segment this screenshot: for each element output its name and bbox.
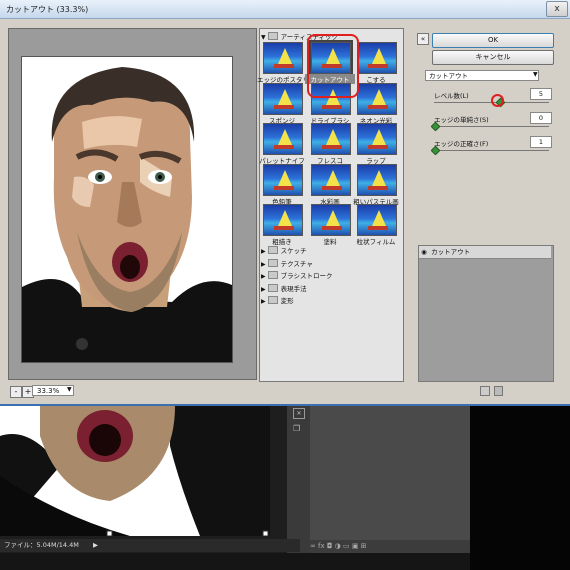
- document-canvas[interactable]: [0, 406, 270, 536]
- category-item[interactable]: ▶ 表現手法: [261, 283, 401, 295]
- category-item[interactable]: ▶ ブラシストローク: [261, 271, 401, 282]
- category-item[interactable]: ▶ 変形: [261, 296, 401, 307]
- param-value-input[interactable]: 0: [530, 112, 552, 124]
- background-area: [470, 406, 570, 570]
- filter-thumbnail-label: 粗描き: [272, 238, 292, 246]
- category-label: スケッチ: [280, 247, 307, 255]
- category-label: ブラシストローク: [280, 272, 333, 280]
- filter-thumbnail[interactable]: [263, 123, 303, 155]
- zoom-out-button[interactable]: -: [10, 386, 22, 398]
- collapse-button[interactable]: «: [417, 33, 429, 45]
- category-label: テクスチャ: [280, 259, 313, 268]
- filter-thumbnail[interactable]: [263, 42, 303, 74]
- folder-icon: [267, 246, 278, 254]
- filter-thumbnail[interactable]: [311, 123, 351, 155]
- bottom-strip: [0, 553, 470, 570]
- category-label: 表現手法: [280, 284, 307, 293]
- cutout-face-image: [22, 57, 232, 362]
- category-label: 変形: [280, 297, 294, 305]
- expand-right-icon: ▶: [261, 285, 266, 293]
- expand-down-icon: ▼: [261, 34, 266, 41]
- filter-thumbnail[interactable]: [263, 204, 303, 236]
- folder-icon: [267, 271, 278, 279]
- trash-icon[interactable]: [494, 386, 503, 396]
- param-value-input[interactable]: 5: [530, 88, 552, 100]
- filter-thumbnail[interactable]: [263, 83, 303, 115]
- eye-icon[interactable]: ◉: [419, 246, 429, 258]
- filter-thumbnail[interactable]: [357, 164, 397, 196]
- folder-icon: [267, 296, 278, 304]
- effect-layer-row[interactable]: ◉ カットアウト: [419, 246, 551, 259]
- expand-right-icon: ▶: [261, 273, 266, 280]
- param-slider-track[interactable]: [434, 126, 549, 127]
- highlight-circle-selected-filter: [307, 34, 359, 98]
- status-menu-arrow[interactable]: ▶: [93, 541, 98, 549]
- filter-thumbnail-label: 塗料: [323, 238, 337, 246]
- layers-icon[interactable]: ❐: [293, 424, 304, 433]
- chevron-down-icon[interactable]: ▼: [533, 71, 538, 78]
- highlight-circle-slider: [491, 94, 504, 107]
- filter-thumbnail[interactable]: [357, 123, 397, 155]
- effect-layers-panel: [418, 245, 554, 382]
- file-info: ファイル：5.04M/14.4M: [4, 541, 79, 549]
- param-label: エッジの正確さ(F): [434, 140, 489, 148]
- window-title: カットアウト (33.3%): [6, 5, 89, 14]
- filter-thumbnail[interactable]: [311, 204, 351, 236]
- filter-thumbnail-label: 粒状フィルム: [356, 238, 396, 246]
- filter-thumbnail[interactable]: [311, 164, 351, 196]
- chevron-down-icon[interactable]: ▼: [67, 386, 72, 393]
- param-label: レベル数(L): [434, 92, 469, 100]
- close-button[interactable]: x: [546, 1, 568, 17]
- panel-footer-icons[interactable]: ∞ fx ◘ ◑ ▭ ▣ ⊞: [310, 540, 470, 553]
- category-item[interactable]: ▶ テクスチャ: [261, 258, 401, 270]
- filter-thumbnail[interactable]: [357, 42, 397, 74]
- category-item[interactable]: ▶ スケッチ: [261, 246, 401, 257]
- param-slider-track[interactable]: [434, 150, 549, 151]
- ok-button[interactable]: OK: [432, 33, 554, 48]
- filter-thumbnail[interactable]: [263, 164, 303, 196]
- cancel-button[interactable]: キャンセル: [432, 50, 554, 65]
- layers-list: [310, 406, 470, 540]
- folder-icon: [267, 283, 278, 292]
- folder-icon: [267, 258, 278, 267]
- expand-right-icon: ▶: [261, 298, 266, 305]
- filter-thumbnail[interactable]: [357, 83, 397, 115]
- expand-right-icon: ▶: [261, 248, 266, 255]
- expand-right-icon: ▶: [261, 260, 266, 268]
- status-bar: ファイル：5.04M/14.4M ▶: [0, 539, 300, 552]
- filter-thumbnail[interactable]: [357, 204, 397, 236]
- new-effect-layer-icon[interactable]: [480, 386, 490, 396]
- panel-collapse-icon[interactable]: ✕: [293, 408, 305, 419]
- preview-image[interactable]: [21, 56, 233, 363]
- param-value-input[interactable]: 1: [530, 136, 552, 148]
- param-label: エッジの単純さ(S): [434, 116, 489, 124]
- filter-select[interactable]: カットアウト: [425, 70, 539, 81]
- folder-icon: [267, 32, 278, 40]
- document-image: [0, 406, 270, 536]
